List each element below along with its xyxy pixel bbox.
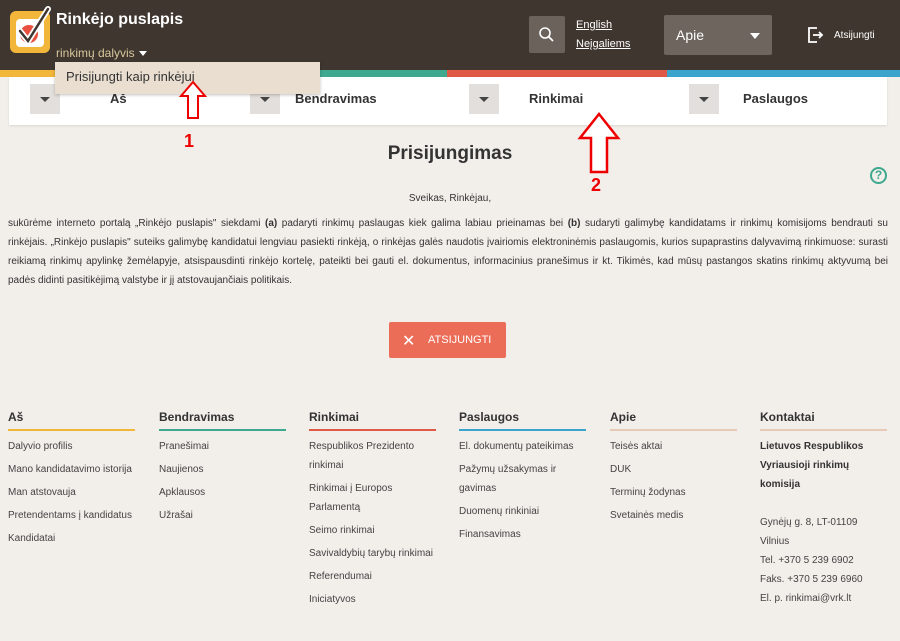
- contact-phone: Tel. +370 5 239 6902: [760, 555, 854, 566]
- footer-link[interactable]: Iniciatyvos: [309, 590, 436, 609]
- footer-column-kontaktai: Kontaktai Lietuvos Respublikos Vyriausio…: [760, 410, 887, 608]
- close-icon: ✕: [402, 333, 416, 350]
- logout-button-label: ATSIJUNGTI: [428, 334, 492, 346]
- footer-column-title: Paslaugos: [459, 410, 586, 431]
- intro-marker-b: (b): [567, 218, 581, 229]
- chevron-down-icon: [750, 33, 760, 39]
- about-select-label: Apie: [676, 27, 705, 43]
- logout-link[interactable]: Atsijungti: [806, 26, 875, 49]
- nav-item-paslaugos[interactable]: Paslaugos: [689, 77, 879, 125]
- footer-link[interactable]: Duomenų rinkiniai: [459, 502, 586, 521]
- nav-dropdown-toggle[interactable]: [689, 84, 719, 114]
- accessibility-link[interactable]: Neįgaliems: [576, 38, 630, 50]
- intro-marker-a: (a): [265, 218, 278, 229]
- footer-column-paslaugos: Paslaugos El. dokumentų pateikimas Pažym…: [459, 410, 586, 548]
- footer-link[interactable]: El. dokumentų pateikimas: [459, 437, 586, 456]
- logout-icon: [808, 27, 824, 43]
- help-icon[interactable]: ?: [870, 167, 887, 184]
- search-button[interactable]: [529, 16, 565, 53]
- search-icon: [539, 27, 554, 42]
- footer-link[interactable]: Pažymų užsakymas ir gavimas: [459, 460, 586, 498]
- footer-column-title: Aš: [8, 410, 135, 431]
- greeting-text: Sveikas, Rinkėjau,: [408, 193, 492, 204]
- footer-column-title: Apie: [610, 410, 737, 431]
- footer-link[interactable]: Rinkimai į Europos Parlamentą: [309, 479, 436, 517]
- footer-column-rinkimai: Rinkimai Respublikos Prezidento rinkimai…: [309, 410, 436, 613]
- nav-dropdown-toggle[interactable]: [469, 84, 499, 114]
- footer-link[interactable]: Pretendentams į kandidatus: [8, 506, 135, 525]
- footer-link[interactable]: Teisės aktai: [610, 437, 737, 456]
- chevron-down-icon: [138, 51, 147, 57]
- logout-label: Atsijungti: [834, 30, 875, 41]
- contact-fax: Faks. +370 5 239 6960: [760, 574, 863, 585]
- footer-column-title: Bendravimas: [159, 410, 286, 431]
- footer-link[interactable]: Finansavimas: [459, 525, 586, 544]
- intro-paragraph: sukūrėme interneto portalą „Rinkėjo pusl…: [8, 214, 888, 290]
- footer-link[interactable]: Svetainės medis: [610, 506, 737, 525]
- intro-text: padaryti rinkimų paslaugas kiek galima l…: [277, 218, 568, 229]
- footer-link[interactable]: Kandidatai: [8, 529, 135, 548]
- footer-link[interactable]: Respublikos Prezidento rinkimai: [309, 437, 436, 475]
- footer-link[interactable]: Užrašai: [159, 506, 286, 525]
- footer-link[interactable]: Dalyvio profilis: [8, 437, 135, 456]
- page-title: Prisijungimas: [387, 143, 513, 164]
- login-as-voter-item[interactable]: Prisijungti kaip rinkėjui: [66, 69, 195, 84]
- checkmark-logo-icon: [17, 6, 51, 47]
- contact-address: Gynėjų g. 8, LT-01109 Vilnius: [760, 517, 858, 547]
- header: Rinkėjo puslapis rinkimų dalyvis English…: [0, 0, 900, 70]
- footer-link[interactable]: Mano kandidatavimo istorija: [8, 460, 135, 479]
- footer-column-apie: Apie Teisės aktai DUK Terminų žodynas Sv…: [610, 410, 737, 529]
- stripe-red: [447, 70, 667, 77]
- contact-email[interactable]: El. p. rinkimai@vrk.lt: [760, 589, 887, 608]
- nav-item-label: Rinkimai: [529, 91, 584, 106]
- footer-link[interactable]: Seimo rinkimai: [309, 521, 436, 540]
- logout-button[interactable]: ✕ ATSIJUNGTI: [389, 322, 506, 358]
- footer-link[interactable]: Referendumai: [309, 567, 436, 586]
- nav-item-rinkimai[interactable]: Rinkimai: [469, 77, 669, 125]
- footer-link[interactable]: Terminų žodynas: [610, 483, 737, 502]
- site-logo[interactable]: [10, 6, 51, 53]
- nav-item-label: Paslaugos: [743, 91, 809, 106]
- footer-column-as: Aš Dalyvio profilis Mano kandidatavimo i…: [8, 410, 135, 552]
- about-select[interactable]: Apie: [664, 15, 772, 55]
- footer-link[interactable]: DUK: [610, 460, 737, 479]
- intro-text: sukūrėme interneto portalą „Rinkėjo pusl…: [8, 218, 266, 229]
- footer-link[interactable]: Naujienos: [159, 460, 286, 479]
- lang-english-link[interactable]: English: [576, 19, 612, 31]
- footer-link[interactable]: Man atstovauja: [8, 483, 135, 502]
- annotation-arrow-up-icon: [178, 80, 208, 119]
- footer-link[interactable]: Apklausos: [159, 483, 286, 502]
- stripe-blue: [667, 70, 900, 77]
- role-label: rinkimų dalyvis: [56, 46, 135, 60]
- role-selector[interactable]: rinkimų dalyvis: [56, 46, 147, 60]
- footer-link[interactable]: Savivaldybių tarybų rinkimai: [309, 544, 436, 563]
- site-title[interactable]: Rinkėjo puslapis: [56, 11, 183, 29]
- contact-organization: Lietuvos Respublikos Vyriausioji rinkimų…: [760, 441, 864, 490]
- footer-column-bendravimas: Bendravimas Pranešimai Naujienos Apklaus…: [159, 410, 286, 529]
- footer-column-title: Rinkimai: [309, 410, 436, 431]
- footer-column-title: Kontaktai: [760, 410, 887, 431]
- footer-link[interactable]: Pranešimai: [159, 437, 286, 456]
